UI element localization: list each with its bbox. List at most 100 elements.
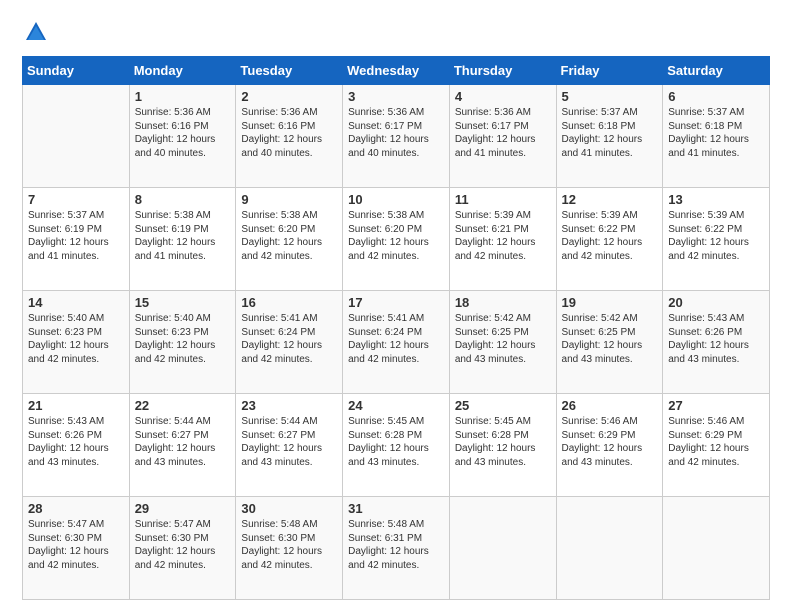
page: SundayMondayTuesdayWednesdayThursdayFrid… (0, 0, 792, 612)
day-info: Sunrise: 5:36 AM Sunset: 6:17 PM Dayligh… (348, 106, 444, 160)
calendar-cell: 12Sunrise: 5:39 AM Sunset: 6:22 PM Dayli… (556, 188, 663, 291)
day-number: 4 (455, 89, 551, 104)
calendar-cell: 7 Sunrise: 5:37 AM Sunset: 6:19 PM Daylig… (23, 188, 130, 291)
day-number: 27 (668, 398, 764, 413)
day-number: 25 (455, 398, 551, 413)
day-info: Sunrise: 5:42 AM Sunset: 6:25 PM Dayligh… (455, 312, 551, 366)
day-number: 26 (562, 398, 658, 413)
day-info: Sunrise: 5:36 AM Sunset: 6:16 PM Dayligh… (241, 106, 337, 160)
day-number: 17 (348, 295, 444, 310)
calendar-cell: 22Sunrise: 5:44 AM Sunset: 6:27 PM Dayli… (129, 394, 236, 497)
calendar-cell: 8Sunrise: 5:38 AM Sunset: 6:19 PM Daylig… (129, 188, 236, 291)
calendar-cell: 15 Sunrise: 5:40 AM Sunset: 6:23 PM Dayli… (129, 291, 236, 394)
day-number: 15 (135, 295, 231, 310)
calendar-week-4: 21 Sunrise: 5:43 AM Sunset: 6:26 PM Dayli… (23, 394, 770, 497)
day-number: 18 (455, 295, 551, 310)
day-info: Sunrise: 5:43 AM Sunset: 6:26 PM Dayligh… (28, 415, 124, 469)
day-number: 30 (241, 501, 337, 516)
calendar-cell: 17 Sunrise: 5:41 AM Sunset: 6:24 PM Dayli… (343, 291, 450, 394)
day-info: Sunrise: 5:41 AM Sunset: 6:24 PM Dayligh… (348, 312, 444, 366)
calendar-cell: 28 Sunrise: 5:47 AM Sunset: 6:30 PM Dayli… (23, 497, 130, 600)
day-info: Sunrise: 5:48 AM Sunset: 6:30 PM Dayligh… (241, 518, 337, 572)
day-number: 5 (562, 89, 658, 104)
day-info: Sunrise: 5:40 AM Sunset: 6:23 PM Dayligh… (135, 312, 231, 366)
day-info: Sunrise: 5:37 AM Sunset: 6:18 PM Dayligh… (668, 106, 764, 160)
calendar-cell: 10 Sunrise: 5:38 AM Sunset: 6:20 PM Dayli… (343, 188, 450, 291)
day-number: 9 (241, 192, 337, 207)
day-info: Sunrise: 5:47 AM Sunset: 6:30 PM Dayligh… (28, 518, 124, 572)
calendar-cell: 9 Sunrise: 5:38 AM Sunset: 6:20 PM Daylig… (236, 188, 343, 291)
calendar-cell: 25 Sunrise: 5:45 AM Sunset: 6:28 PM Dayli… (449, 394, 556, 497)
col-header-tuesday: Tuesday (236, 57, 343, 85)
logo (22, 18, 54, 46)
calendar-cell (556, 497, 663, 600)
day-info: Sunrise: 5:39 AM Sunset: 6:22 PM Dayligh… (562, 209, 658, 263)
calendar-cell: 14 Sunrise: 5:40 AM Sunset: 6:23 PM Dayli… (23, 291, 130, 394)
day-number: 1 (135, 89, 231, 104)
day-number: 11 (455, 192, 551, 207)
calendar-cell: 23Sunrise: 5:44 AM Sunset: 6:27 PM Dayli… (236, 394, 343, 497)
day-number: 6 (668, 89, 764, 104)
day-info: Sunrise: 5:46 AM Sunset: 6:29 PM Dayligh… (562, 415, 658, 469)
col-header-thursday: Thursday (449, 57, 556, 85)
calendar-cell: 30 Sunrise: 5:48 AM Sunset: 6:30 PM Dayli… (236, 497, 343, 600)
calendar-cell: 21 Sunrise: 5:43 AM Sunset: 6:26 PM Dayli… (23, 394, 130, 497)
day-info: Sunrise: 5:46 AM Sunset: 6:29 PM Dayligh… (668, 415, 764, 469)
day-info: Sunrise: 5:44 AM Sunset: 6:27 PM Dayligh… (241, 415, 337, 469)
day-info: Sunrise: 5:37 AM Sunset: 6:19 PM Dayligh… (28, 209, 124, 263)
col-header-sunday: Sunday (23, 57, 130, 85)
day-number: 7 (28, 192, 124, 207)
day-info: Sunrise: 5:42 AM Sunset: 6:25 PM Dayligh… (562, 312, 658, 366)
day-number: 19 (562, 295, 658, 310)
calendar-cell: 16 Sunrise: 5:41 AM Sunset: 6:24 PM Dayli… (236, 291, 343, 394)
calendar-cell: 6 Sunrise: 5:37 AM Sunset: 6:18 PM Daylig… (663, 85, 770, 188)
day-number: 29 (135, 501, 231, 516)
calendar-cell: 27 Sunrise: 5:46 AM Sunset: 6:29 PM Dayli… (663, 394, 770, 497)
calendar-cell (449, 497, 556, 600)
day-number: 31 (348, 501, 444, 516)
day-info: Sunrise: 5:39 AM Sunset: 6:22 PM Dayligh… (668, 209, 764, 263)
day-info: Sunrise: 5:36 AM Sunset: 6:16 PM Dayligh… (135, 106, 231, 160)
day-info: Sunrise: 5:45 AM Sunset: 6:28 PM Dayligh… (348, 415, 444, 469)
calendar-cell: 5 Sunrise: 5:37 AM Sunset: 6:18 PM Daylig… (556, 85, 663, 188)
col-header-monday: Monday (129, 57, 236, 85)
col-header-saturday: Saturday (663, 57, 770, 85)
header (22, 18, 770, 46)
calendar-cell: 18 Sunrise: 5:42 AM Sunset: 6:25 PM Dayli… (449, 291, 556, 394)
day-number: 3 (348, 89, 444, 104)
day-number: 21 (28, 398, 124, 413)
col-header-wednesday: Wednesday (343, 57, 450, 85)
col-header-friday: Friday (556, 57, 663, 85)
calendar-cell: 24 Sunrise: 5:45 AM Sunset: 6:28 PM Dayli… (343, 394, 450, 497)
day-info: Sunrise: 5:36 AM Sunset: 6:17 PM Dayligh… (455, 106, 551, 160)
calendar-cell: 20 Sunrise: 5:43 AM Sunset: 6:26 PM Dayli… (663, 291, 770, 394)
day-info: Sunrise: 5:41 AM Sunset: 6:24 PM Dayligh… (241, 312, 337, 366)
calendar-cell: 31Sunrise: 5:48 AM Sunset: 6:31 PM Dayli… (343, 497, 450, 600)
calendar-cell: 19 Sunrise: 5:42 AM Sunset: 6:25 PM Dayli… (556, 291, 663, 394)
day-number: 10 (348, 192, 444, 207)
day-info: Sunrise: 5:38 AM Sunset: 6:20 PM Dayligh… (348, 209, 444, 263)
day-number: 24 (348, 398, 444, 413)
day-info: Sunrise: 5:43 AM Sunset: 6:26 PM Dayligh… (668, 312, 764, 366)
day-info: Sunrise: 5:38 AM Sunset: 6:20 PM Dayligh… (241, 209, 337, 263)
day-info: Sunrise: 5:44 AM Sunset: 6:27 PM Dayligh… (135, 415, 231, 469)
day-number: 2 (241, 89, 337, 104)
calendar-cell: 2 Sunrise: 5:36 AM Sunset: 6:16 PM Daylig… (236, 85, 343, 188)
calendar-cell: 13 Sunrise: 5:39 AM Sunset: 6:22 PM Dayli… (663, 188, 770, 291)
day-number: 14 (28, 295, 124, 310)
day-info: Sunrise: 5:37 AM Sunset: 6:18 PM Dayligh… (562, 106, 658, 160)
day-number: 8 (135, 192, 231, 207)
day-number: 28 (28, 501, 124, 516)
calendar-week-5: 28 Sunrise: 5:47 AM Sunset: 6:30 PM Dayli… (23, 497, 770, 600)
logo-icon (22, 18, 50, 46)
day-number: 13 (668, 192, 764, 207)
calendar-cell: 3 Sunrise: 5:36 AM Sunset: 6:17 PM Daylig… (343, 85, 450, 188)
day-info: Sunrise: 5:45 AM Sunset: 6:28 PM Dayligh… (455, 415, 551, 469)
day-number: 16 (241, 295, 337, 310)
day-number: 20 (668, 295, 764, 310)
day-info: Sunrise: 5:39 AM Sunset: 6:21 PM Dayligh… (455, 209, 551, 263)
day-info: Sunrise: 5:40 AM Sunset: 6:23 PM Dayligh… (28, 312, 124, 366)
calendar-header-row: SundayMondayTuesdayWednesdayThursdayFrid… (23, 57, 770, 85)
calendar-table: SundayMondayTuesdayWednesdayThursdayFrid… (22, 56, 770, 600)
calendar-cell (663, 497, 770, 600)
